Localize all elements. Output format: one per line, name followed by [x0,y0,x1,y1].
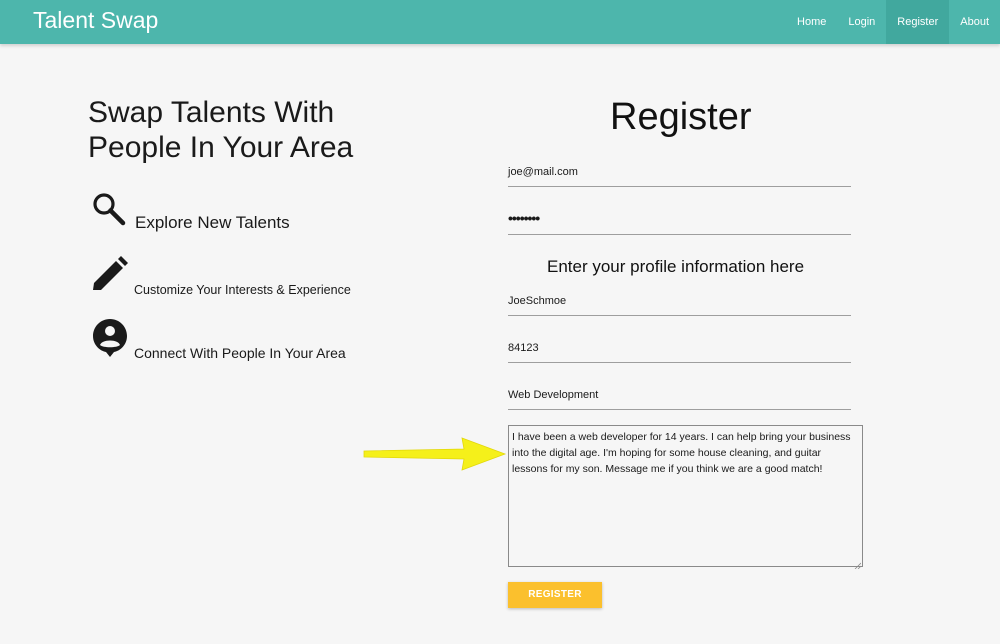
email-value: joe@mail.com [508,166,578,178]
talent-value: Web Development [508,389,599,401]
register-button[interactable]: REGISTER [508,582,602,608]
hero-tagline: Swap Talents With People In Your Area [88,96,354,164]
username-field[interactable]: JoeSchmoe [508,292,851,316]
nav-register[interactable]: Register [886,0,950,44]
talent-field[interactable]: Web Development [508,386,851,410]
nav-about[interactable]: About [949,0,1000,44]
feature-label: Customize Your Interests & Experience [134,283,351,297]
profile-heading: Enter your profile information here [547,257,805,276]
brand-logo[interactable]: Talent Swap [33,7,158,34]
yellow-arrow-icon [360,436,508,481]
feature-label: Explore New Talents [135,213,290,232]
resize-handle-icon[interactable] [854,558,862,570]
email-field[interactable]: joe@mail.com [508,163,851,187]
nav-home[interactable]: Home [786,0,837,44]
bio-value: I have been a web developer for 14 years… [512,431,851,475]
feature-label: Connect With People In Your Area [134,345,346,361]
navbar: Talent Swap Home Login Register About [0,0,1000,44]
password-field[interactable]: •••••••• [508,210,851,235]
zip-field[interactable]: 84123 [508,339,851,363]
bio-textarea[interactable]: I have been a web developer for 14 years… [508,425,863,570]
nav-links: Home Login Register About [786,0,1000,44]
search-icon [92,192,126,231]
person-pin-icon [92,318,128,363]
pencil-icon [92,256,128,297]
password-value: •••••••• [508,210,540,226]
register-title: Register [610,96,752,138]
username-value: JoeSchmoe [508,295,567,307]
zip-value: 84123 [508,342,539,354]
nav-login[interactable]: Login [837,0,886,44]
